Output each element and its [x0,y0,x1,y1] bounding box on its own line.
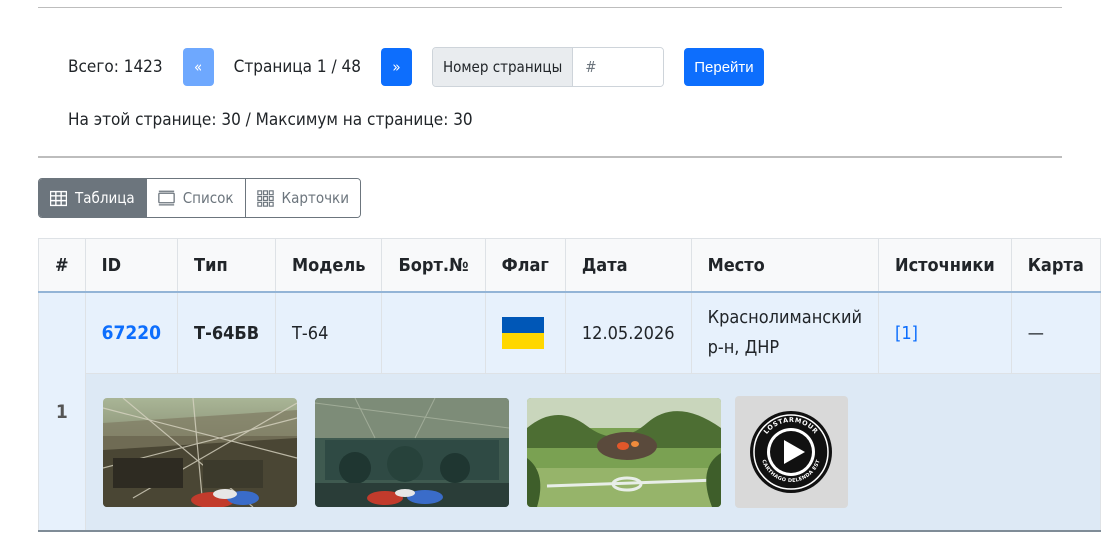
prev-page-button[interactable]: « [182,48,214,86]
col-header-map: Карта [1010,238,1101,293]
page-info: Страница 1 / 48 [233,57,361,77]
row-id-link[interactable]: 67220 [102,322,161,344]
total-count: Всего: 1423 [68,57,163,77]
media-gallery: LOSTARMOUR CARTHAGO DELENDA EST [102,396,1100,508]
page-number-input[interactable] [573,48,664,86]
view-cards-button[interactable]: Карточки [245,179,360,217]
view-list-label: Список [182,189,234,207]
row-sources-cell: [1] [878,291,1012,374]
per-page-info: На этой странице: 30 / Максимум на стран… [68,110,473,130]
page-number-group: Номер страницы [431,47,665,87]
col-header-date: Дата [564,238,692,293]
burning-vehicle-field-photo[interactable] [526,397,721,507]
row-id-cell: 67220 [84,291,179,374]
row-source-link[interactable]: [1] [895,323,918,344]
view-table-label: Таблица [75,189,135,207]
row-date: 12.05.2026 [564,291,692,374]
row-map: — [1010,291,1101,374]
media-cell: LOSTARMOUR CARTHAGO DELENDA EST [84,373,1101,532]
page-number-label: Номер страницы [432,48,574,86]
row-place: Краснолиманский р-н, ДНР [690,291,880,374]
cards-icon [256,189,274,207]
row-place-line1: Краснолиманский [707,307,863,328]
middle-divider [38,156,1062,158]
losses-table: # ID Тип Модель Борт.№ Флаг Дата Место И… [38,238,1101,532]
video-thumbnail[interactable]: LOSTARMOUR CARTHAGO DELENDA EST [734,396,848,508]
list-icon [157,190,175,206]
table-row: 1 67220 Т-64БВ Т-64 12.05.2026 Краснолим… [38,291,1101,532]
view-cards-label: Карточки [281,189,349,207]
col-header-num: # [38,238,86,293]
ukraine-flag-icon [501,317,544,349]
pagination: Всего: 1423 « Страница 1 / 48 » Номер ст… [68,47,764,87]
col-header-type: Тип [177,238,277,293]
row-place-line2: р-н, ДНР [707,337,780,358]
top-divider [38,7,1062,8]
view-list-button[interactable]: Список [146,179,246,217]
vehicle-interior-photo[interactable] [314,397,509,507]
table-icon [50,190,67,206]
col-header-flag: Флаг [484,238,566,293]
destroyed-vehicle-camouflage-photo[interactable] [102,397,297,507]
go-button[interactable]: Перейти [684,48,764,86]
col-header-id: ID [84,238,179,293]
col-header-board: Борт.№ [381,238,486,293]
lostarmour-video-play-icon: LOSTARMOUR CARTHAGO DELENDA EST [750,411,833,493]
col-header-model: Модель [275,238,383,293]
row-type: Т-64БВ [177,291,277,374]
row-model: Т-64 [275,291,383,374]
row-number: 1 [38,291,86,532]
table-header-row: # ID Тип Модель Борт.№ Флаг Дата Место И… [38,238,1101,293]
col-header-sources: Источники [878,238,1012,293]
view-table-button[interactable]: Таблица [39,179,147,217]
row-board [381,291,486,374]
next-page-button[interactable]: » [380,48,412,86]
view-switcher: Таблица Список Карточки [38,178,361,218]
media-row: LOSTARMOUR CARTHAGO DELENDA EST [39,373,1101,532]
col-header-place: Место [690,238,880,293]
row-flag-cell [484,291,566,374]
